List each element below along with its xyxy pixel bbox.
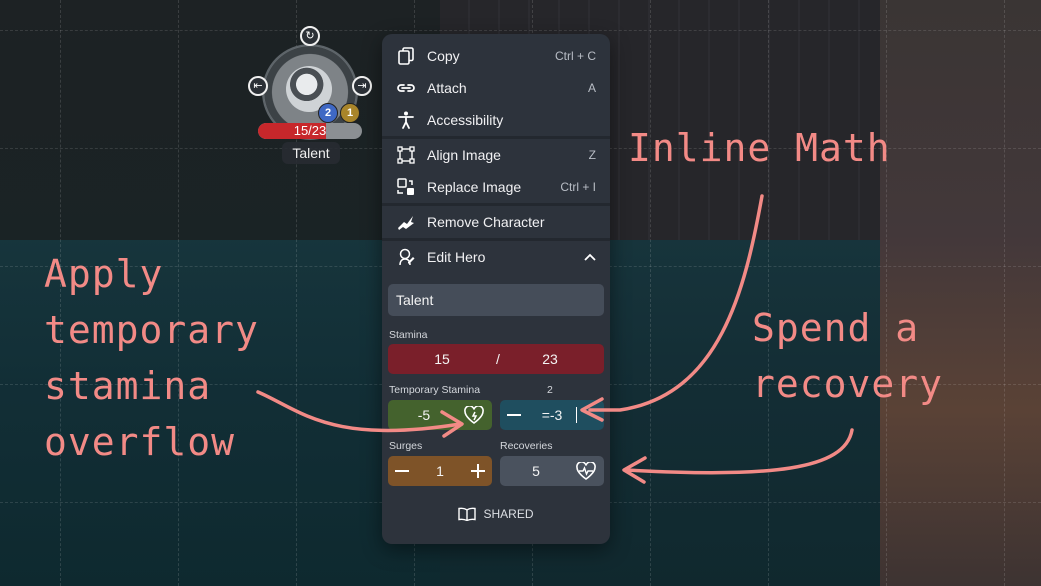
arrow-apply-overflow	[256, 390, 462, 433]
annotation-arrows	[256, 194, 854, 484]
arrow-inline-math	[588, 194, 764, 412]
arrow-spend-recovery	[624, 428, 854, 475]
